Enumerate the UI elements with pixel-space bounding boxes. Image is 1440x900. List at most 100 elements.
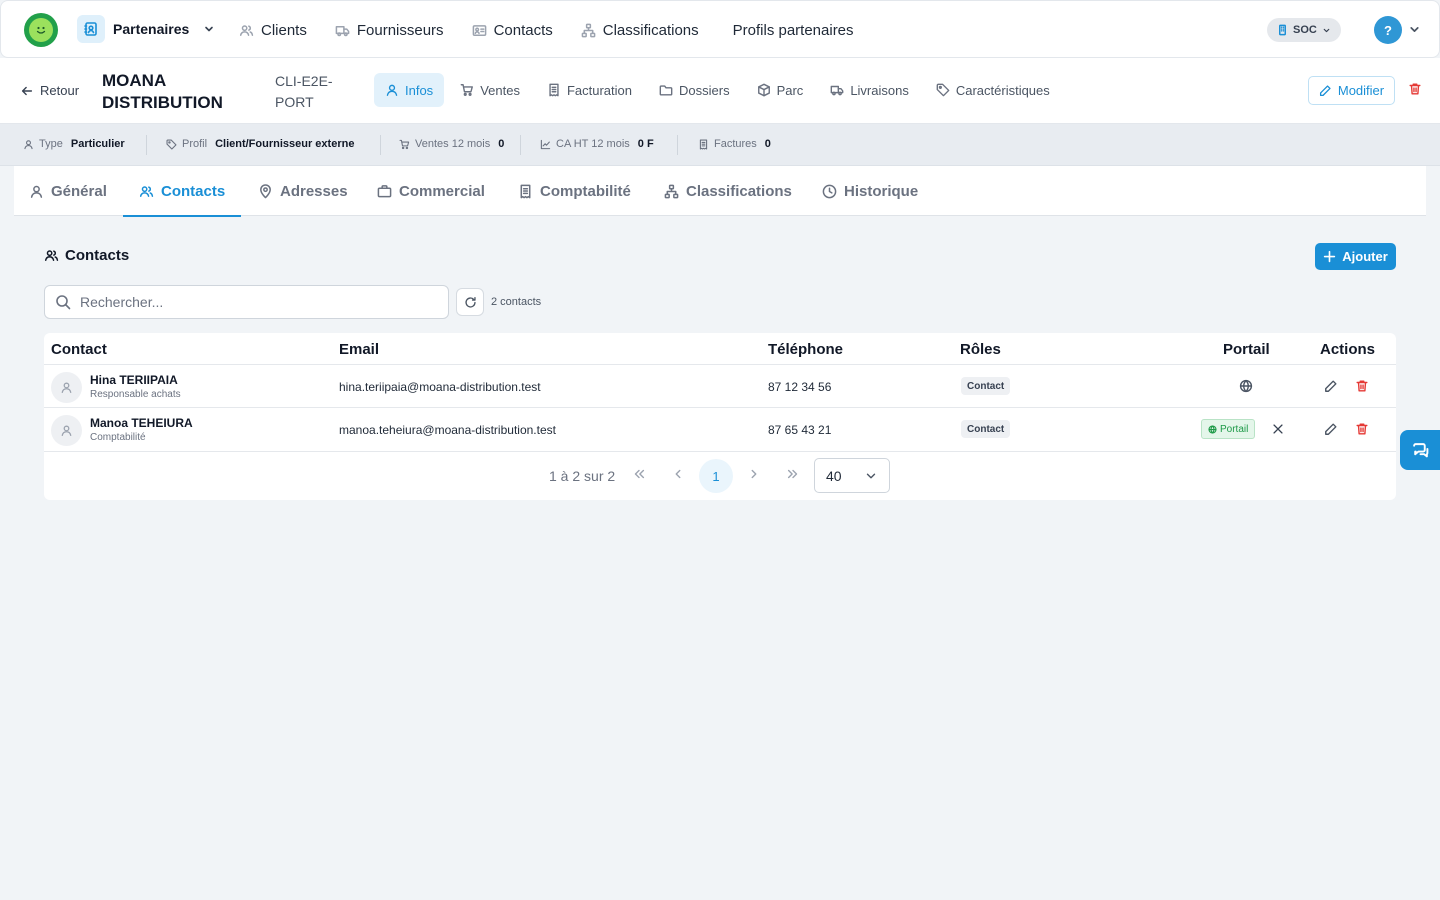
nav-partner-profiles[interactable]: Profils partenaires: [733, 22, 854, 39]
kpi-invoices-value: 0: [764, 138, 771, 150]
truck-icon: [335, 23, 350, 38]
kpi-invoices-label: Factures: [714, 138, 757, 150]
contact-book-icon: [77, 15, 105, 43]
nav-suppliers-label: Fournisseurs: [356, 21, 444, 39]
user-icon: [23, 139, 34, 150]
contact-email: hina.teriipaia@moana-distribution.test: [339, 380, 541, 394]
chat-support-button[interactable]: [1400, 430, 1440, 470]
column-header-phone[interactable]: Téléphone: [768, 341, 843, 358]
tag-icon: [166, 138, 177, 150]
map-pin-icon: [258, 183, 273, 199]
app-logo[interactable]: [24, 13, 58, 47]
company-switcher[interactable]: SOC: [1267, 18, 1341, 42]
module-switcher[interactable]: Partenaires: [77, 15, 215, 43]
section-tab-contacts[interactable]: Contacts: [122, 166, 242, 217]
user-icon: [385, 83, 399, 97]
refresh-button[interactable]: [456, 288, 484, 316]
kpi-type-label: Type: [39, 138, 63, 150]
revoke-portal-close-icon[interactable]: [1271, 422, 1285, 436]
add-contact-button[interactable]: Ajouter: [1315, 243, 1396, 270]
tab-facturation-label: Facturation: [566, 82, 632, 98]
column-header-roles[interactable]: Rôles: [960, 341, 1001, 358]
tab-ventes[interactable]: Ventes: [449, 73, 531, 107]
section-tab-adresses[interactable]: Adresses: [258, 166, 348, 216]
next-page-icon[interactable]: [747, 467, 761, 481]
users-icon: [44, 248, 59, 263]
column-header-email[interactable]: Email: [339, 341, 379, 358]
receipt-icon: [547, 83, 561, 97]
search-input[interactable]: [80, 294, 420, 310]
company-label: SOC: [1293, 24, 1317, 36]
contact-function: Comptabilité: [90, 432, 146, 443]
cart-icon: [460, 83, 474, 97]
portal-status-badge: Portail: [1201, 419, 1256, 439]
column-header-contact[interactable]: Contact: [51, 341, 107, 358]
contact-email: manoa.teheiura@moana-distribution.test: [339, 423, 556, 437]
tab-livraisons[interactable]: Livraisons: [819, 73, 920, 107]
section-tab-classifications[interactable]: Classifications: [664, 166, 792, 216]
module-label: Partenaires: [113, 21, 190, 37]
table-row[interactable]: Manoa TEHEIURA Comptabilité manoa.teheiu…: [44, 408, 1396, 451]
back-label: Retour: [40, 83, 80, 98]
edit-button[interactable]: Modifier: [1308, 76, 1395, 105]
portal-badge-label: Portail: [1220, 423, 1249, 435]
users-icon: [139, 184, 154, 199]
tab-parc[interactable]: Parc: [746, 73, 815, 107]
section-tab-comptabilite[interactable]: Comptabilité: [518, 166, 631, 216]
previous-page-icon[interactable]: [671, 467, 685, 481]
table-row[interactable]: Hina TERIIPAIA Responsable achats hina.t…: [44, 365, 1396, 408]
page-size-select[interactable]: 40: [814, 458, 890, 493]
tab-caracteristiques[interactable]: Caractéristiques: [925, 73, 1061, 107]
tab-ventes-label: Ventes: [480, 82, 520, 98]
contacts-table: Contact Email Téléphone Rôles Portail Ac…: [44, 333, 1396, 500]
nav-classifications-label: Classifications: [602, 21, 699, 39]
section-tab-general-label: Général: [51, 182, 107, 200]
record-header: Retour MOANA DISTRIBUTION CLI-E2E-PORT I…: [0, 58, 1440, 124]
nav-contacts-label: Contacts: [493, 21, 553, 39]
section-tab-contacts-label: Contacts: [161, 182, 226, 200]
kpi-sales: Ventes 12 mois 0: [399, 138, 504, 150]
contact-phone: 87 12 34 56: [768, 380, 832, 394]
user-avatar[interactable]: ?: [1374, 16, 1402, 44]
avatar: [51, 415, 82, 446]
section-tab-general[interactable]: Général: [29, 166, 107, 216]
edit-label: Modifier: [1337, 83, 1385, 98]
kpi-invoices: Factures 0: [698, 138, 771, 150]
back-button[interactable]: Retour: [20, 83, 79, 98]
current-page-button[interactable]: 1: [699, 459, 733, 493]
tab-dossiers[interactable]: Dossiers: [648, 73, 741, 107]
grant-portal-globe-icon[interactable]: [1239, 379, 1253, 393]
nav-suppliers[interactable]: Fournisseurs: [335, 22, 444, 39]
pagination: 1 à 2 sur 2 1 40: [44, 451, 1396, 500]
kpi-profile-value: Client/Fournisseur externe: [215, 138, 355, 150]
globe-icon: [1208, 424, 1217, 434]
tab-facturation[interactable]: Facturation: [536, 73, 643, 107]
section-tab-historique[interactable]: Historique: [822, 166, 918, 216]
section-tab-commercial[interactable]: Commercial: [377, 166, 485, 216]
delete-record-button[interactable]: [1408, 82, 1422, 96]
pagination-summary: 1 à 2 sur 2: [549, 468, 616, 484]
kpi-type: Type Particulier: [23, 138, 125, 150]
section-tab-comptabilite-label: Comptabilité: [540, 182, 631, 200]
section-tab-classifications-label: Classifications: [686, 182, 792, 200]
first-page-icon[interactable]: [632, 467, 646, 481]
contact-search: [44, 285, 449, 319]
edit-contact-pencil-icon[interactable]: [1324, 379, 1338, 393]
tab-infos[interactable]: Infos: [374, 73, 445, 107]
kpi-profile: Profil Client/Fournisseur externe: [166, 138, 354, 150]
nav-clients[interactable]: Clients: [239, 22, 307, 39]
box-icon: [757, 83, 771, 97]
nav-contacts[interactable]: Contacts: [472, 22, 553, 39]
edit-contact-pencil-icon[interactable]: [1324, 422, 1338, 436]
nav-classifications[interactable]: Classifications: [581, 22, 699, 39]
id-card-icon: [472, 23, 487, 38]
nav-clients-label: Clients: [261, 21, 307, 39]
kpi-type-value: Particulier: [70, 138, 125, 150]
contact-name: Manoa TEHEIURA: [90, 416, 193, 430]
last-page-icon[interactable]: [786, 467, 800, 481]
user-menu-chevron-icon[interactable]: [1408, 23, 1421, 36]
delete-contact-trash-icon[interactable]: [1355, 379, 1369, 393]
delete-contact-trash-icon[interactable]: [1355, 422, 1369, 436]
section-tab-historique-label: Historique: [844, 182, 919, 200]
refresh-icon: [464, 296, 477, 309]
